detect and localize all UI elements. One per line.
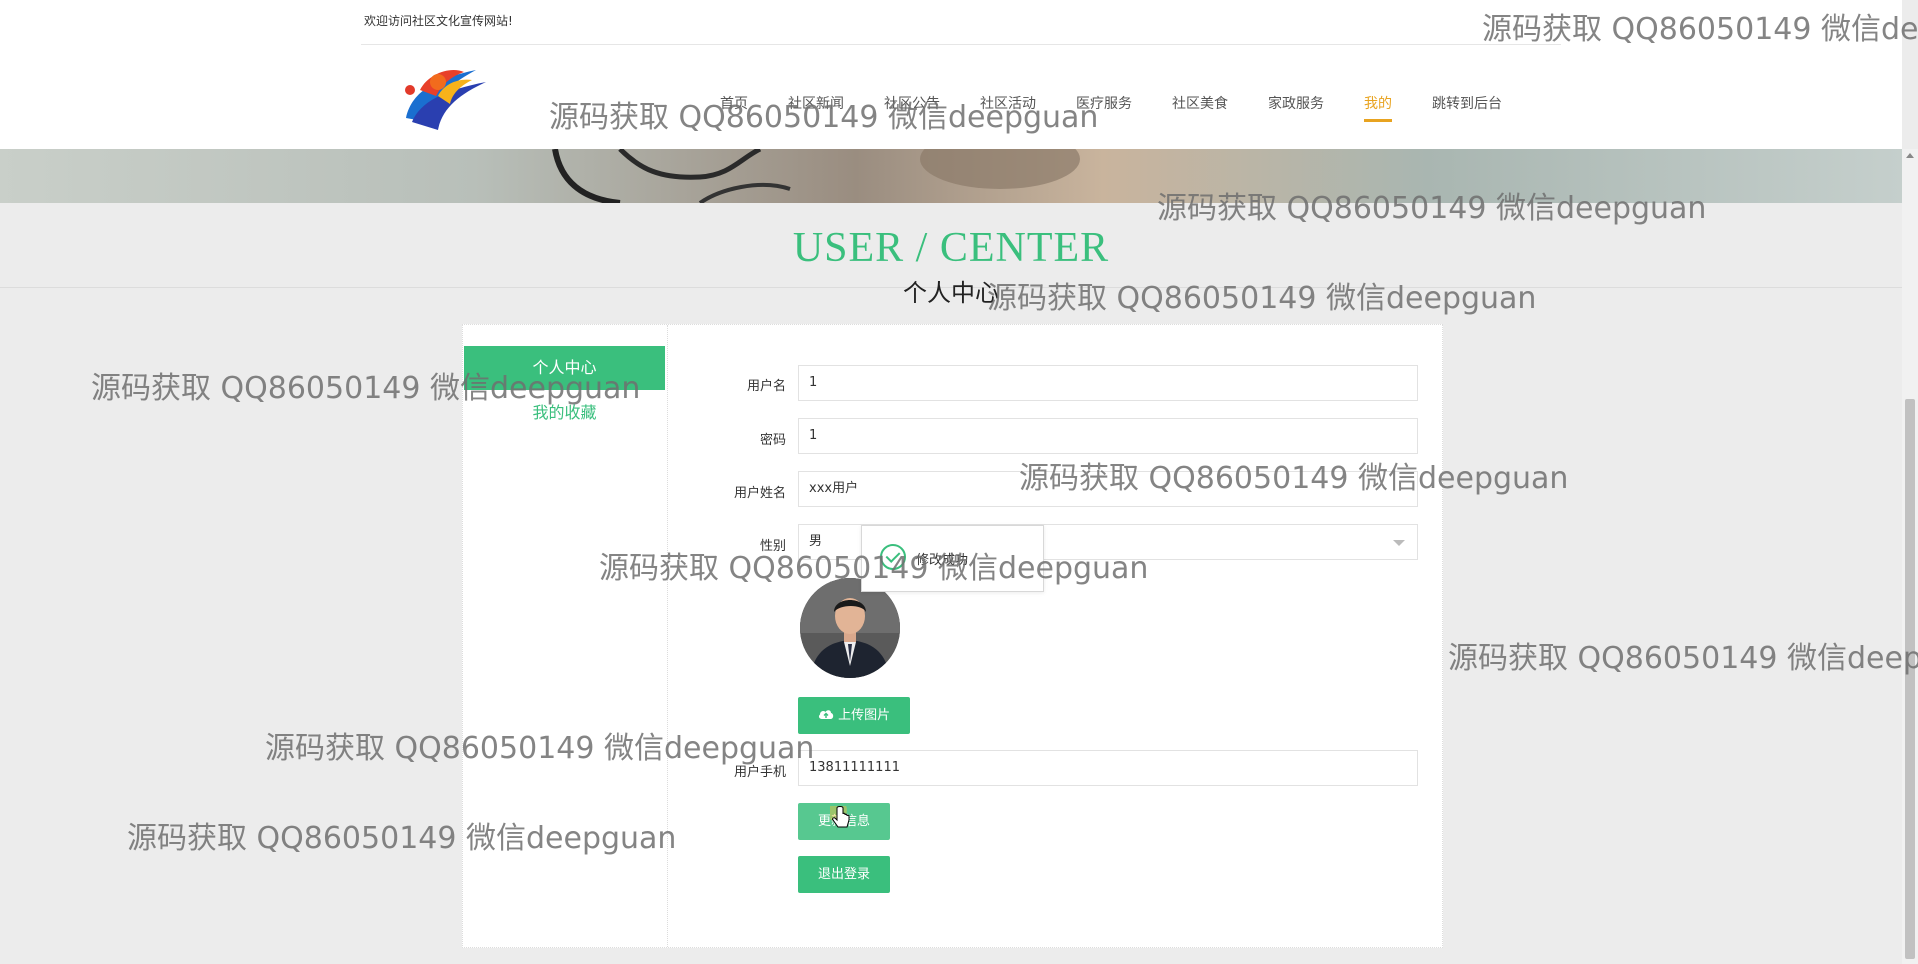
nav-medical-service[interactable]: 医疗服务 [1056,92,1152,124]
gender-label: 性别 [759,539,786,554]
toast-message: 修改成功 [916,553,969,568]
top-header: 欢迎访问社区文化宣传网站! 首页 社区新闻 社区公告 社区活动 医疗服务 社区美… [0,0,1902,149]
nav-home[interactable]: 首页 [700,92,768,124]
header-divider [361,44,1561,45]
scrollbar-thumb[interactable] [1905,399,1915,959]
cloud-upload-icon [818,710,834,719]
username-input[interactable]: 1 [798,365,1418,401]
phone-label: 用户手机 [733,765,786,780]
sidebar-item-my-collect[interactable]: 我的收藏 [464,399,665,423]
logout-button[interactable]: 退出登录 [798,856,890,893]
welcome-text: 欢迎访问社区文化宣传网站! [364,14,513,28]
password-label: 密码 [759,433,786,448]
page-title-cn: 个人中心 [903,279,999,307]
check-circle-icon [880,544,906,570]
nav-community-food[interactable]: 社区美食 [1152,92,1248,124]
success-toast: 修改成功 [861,525,1044,592]
site-logo[interactable] [398,60,492,134]
nav-mine[interactable]: 我的 [1344,92,1412,124]
sidebar-item-user-center[interactable]: 个人中心 [464,346,665,390]
hand-cursor-icon [830,806,850,828]
avatar [800,578,900,678]
upload-image-button[interactable]: 上传图片 [798,697,910,734]
nav-admin[interactable]: 跳转到后台 [1412,92,1522,124]
upload-image-label: 上传图片 [838,708,891,723]
user-center-panel: 个人中心 我的收藏 用户名 1 密码 1 用户姓名 xxx用户 性别 男 上传图… [462,324,1443,948]
chevron-down-icon [1393,540,1405,546]
sidebar: 个人中心 我的收藏 [463,325,668,947]
main-nav: 首页 社区新闻 社区公告 社区活动 医疗服务 社区美食 家政服务 我的 跳转到后… [700,92,1522,124]
page-title-en: USER / CENTER [792,225,1110,271]
password-input[interactable]: 1 [798,418,1418,454]
page-scrollbar[interactable] [1902,149,1918,964]
realname-label: 用户姓名 [733,486,786,501]
gender-selected-value: 男 [809,534,823,549]
nav-community-news[interactable]: 社区新闻 [768,92,864,124]
banner-image [0,149,1902,203]
nav-community-notice[interactable]: 社区公告 [864,92,960,124]
nav-housekeeping[interactable]: 家政服务 [1248,92,1344,124]
realname-input[interactable]: xxx用户 [798,471,1418,507]
nav-community-activity[interactable]: 社区活动 [960,92,1056,124]
phone-input[interactable]: 13811111111 [798,750,1418,786]
scroll-up-arrow-icon[interactable] [1906,153,1914,158]
watermark-text: 源码获取 QQ86050149 微信deepguan [1448,641,1918,676]
username-label: 用户名 [746,379,786,394]
